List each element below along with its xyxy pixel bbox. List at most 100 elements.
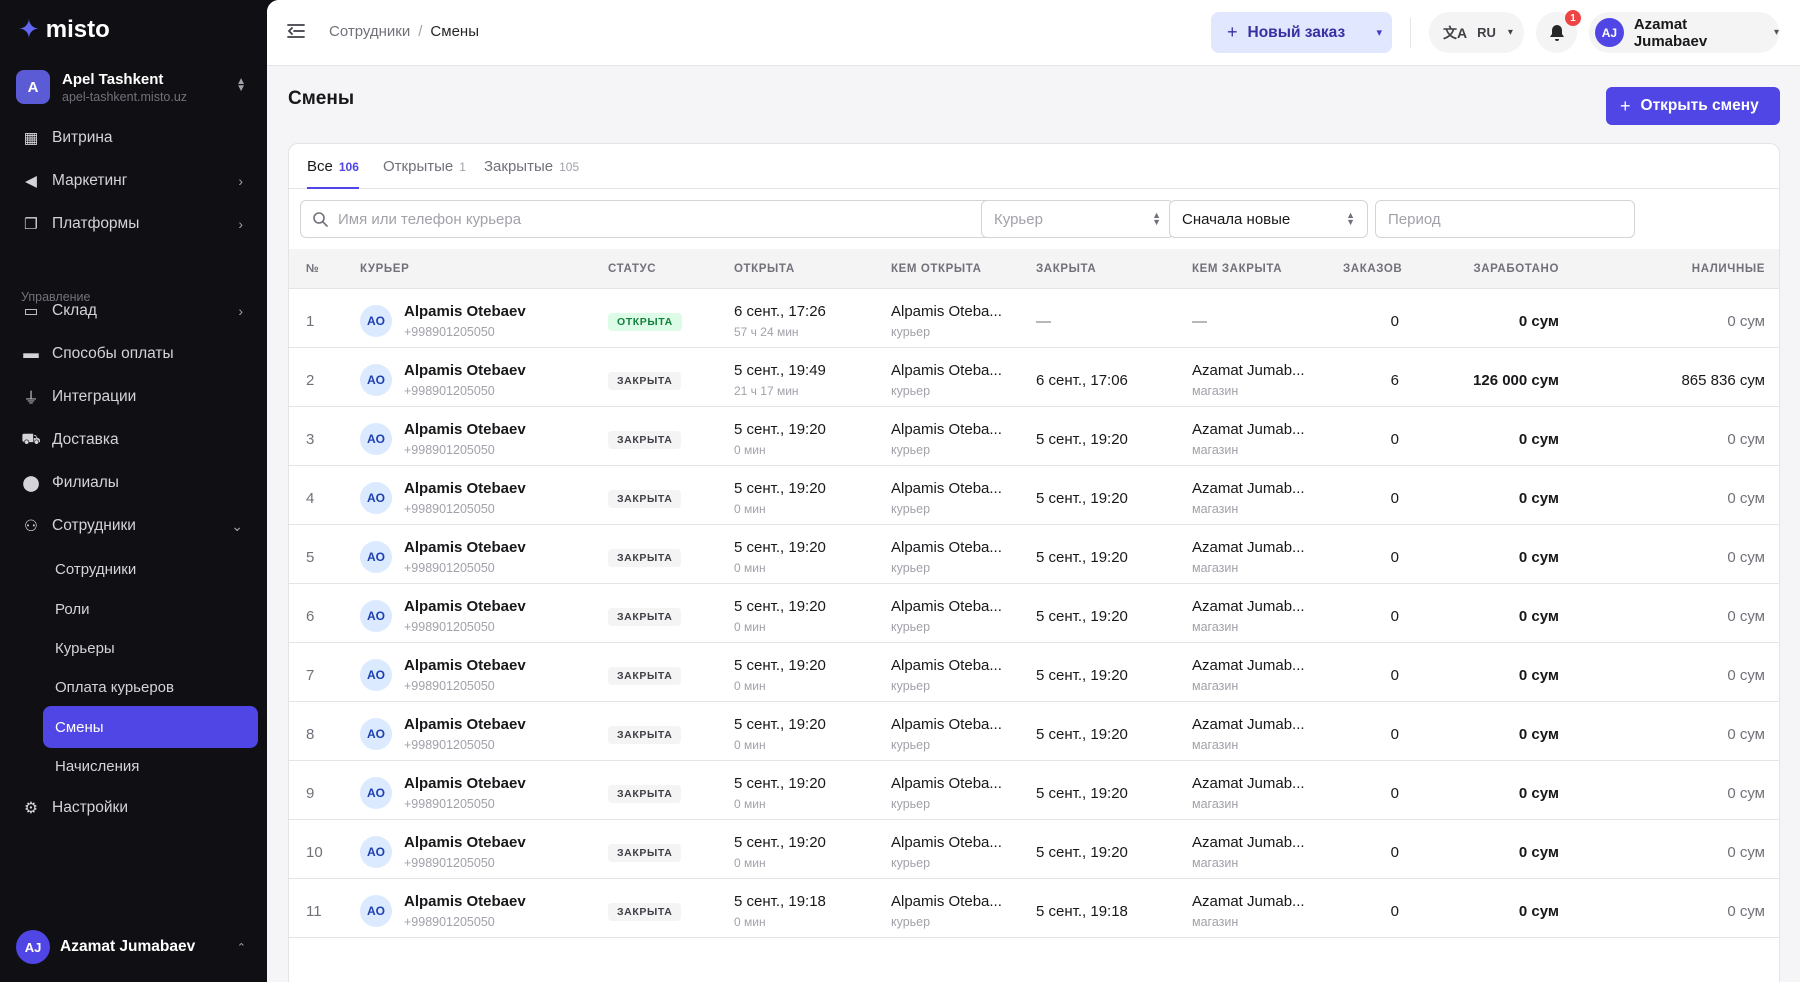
closed-at: 5 сент., 19:20 bbox=[1036, 431, 1128, 448]
grid-icon: ▦ bbox=[23, 129, 39, 147]
sidebar-subitem[interactable]: Роли bbox=[43, 588, 258, 630]
sidebar-item-truck[interactable]: ⛟ Доставка bbox=[10, 420, 257, 460]
closed-at: 6 сент., 17:06 bbox=[1036, 372, 1128, 389]
sidebar-toggle-icon[interactable] bbox=[287, 23, 305, 44]
chevron-right-icon: › bbox=[238, 303, 243, 319]
table-row[interactable]: 1 AO Alpamis Otebaev +998901205050 ОТКРЫТА 6 … bbox=[289, 289, 1779, 348]
new-order-button[interactable]: + Новый заказ ▾ bbox=[1211, 12, 1392, 53]
sidebar-subitem[interactable]: Курьеры bbox=[43, 627, 258, 669]
table-row[interactable]: 3 AO Alpamis Otebaev +998901205050 ЗАКРЫТА 5 … bbox=[289, 407, 1779, 466]
brand-logo[interactable]: ✦ misto bbox=[18, 14, 110, 45]
opened-by-role: курьер bbox=[891, 384, 931, 398]
org-domain: apel-tashkent.misto.uz bbox=[62, 89, 188, 104]
sidebar-item-copy[interactable]: ❐ Платформы › bbox=[10, 204, 257, 244]
shift-duration: 0 мин bbox=[734, 797, 766, 811]
sidebar-item-megaphone[interactable]: ◀ Маркетинг › bbox=[10, 161, 257, 201]
sidebar-item-label: Способы оплаты bbox=[52, 345, 174, 362]
sidebar-item-grid[interactable]: ▦ Витрина bbox=[10, 118, 257, 158]
table-row[interactable]: 4 AO Alpamis Otebaev +998901205050 ЗАКРЫТА 5 … bbox=[289, 466, 1779, 525]
sidebar-item-label: Платформы bbox=[52, 215, 140, 232]
shift-duration: 0 мин bbox=[734, 679, 766, 693]
courier-placeholder: Курьер bbox=[994, 210, 1043, 228]
chevron-down-icon[interactable]: ▾ bbox=[1376, 26, 1382, 39]
orders-count: 0 bbox=[1390, 785, 1399, 802]
closed-by-role: магазин bbox=[1192, 915, 1239, 929]
table-row[interactable]: 11 AO Alpamis Otebaev +998901205050 ЗАКРЫТА 5… bbox=[289, 879, 1779, 938]
translate-icon: 文A bbox=[1443, 24, 1468, 41]
closed-by: Azamat Jumab... bbox=[1192, 362, 1305, 379]
tab-closed[interactable]: Закрытые 105 bbox=[484, 158, 579, 189]
chevron-down-icon: ⌄ bbox=[231, 517, 243, 534]
tab-count: 1 bbox=[459, 160, 466, 174]
earned-amount: 0 сум bbox=[1518, 490, 1559, 507]
column-header: ОТКРЫТА bbox=[734, 263, 795, 275]
table-row[interactable]: 2 AO Alpamis Otebaev +998901205050 ЗАКРЫТА 5 … bbox=[289, 348, 1779, 407]
sidebar-item-label: Доставка bbox=[52, 431, 119, 448]
tab-open[interactable]: Открытые 1 bbox=[383, 158, 466, 189]
sidebar-subitem[interactable]: Сотрудники bbox=[43, 548, 258, 590]
row-number: 7 bbox=[306, 667, 315, 684]
opened-at: 5 сент., 19:49 bbox=[734, 362, 826, 379]
avatar: AO bbox=[360, 718, 392, 750]
opened-at: 6 сент., 17:26 bbox=[734, 303, 826, 320]
tab-all[interactable]: Все 106 bbox=[307, 158, 359, 189]
user-menu[interactable]: AJ Azamat Jumabaev ▾ bbox=[1589, 12, 1779, 53]
language-select[interactable]: 文A RU ▾ bbox=[1429, 12, 1524, 53]
opened-by-role: курьер bbox=[891, 738, 931, 752]
box-icon: ▭ bbox=[23, 302, 39, 320]
sidebar-item-users[interactable]: ⚇ Сотрудники ⌄ bbox=[10, 506, 257, 546]
table-row[interactable]: 6 AO Alpamis Otebaev +998901205050 ЗАКРЫТА 5 … bbox=[289, 584, 1779, 643]
status-badge: ЗАКРЫТА bbox=[608, 490, 682, 508]
avatar: AO bbox=[360, 895, 392, 927]
opened-at: 5 сент., 19:18 bbox=[734, 893, 826, 910]
sidebar-subitem[interactable]: Оплата курьеров bbox=[43, 666, 258, 708]
sidebar-user-menu[interactable]: AJ Azamat Jumabaev ⌃ bbox=[16, 930, 252, 964]
opened-at: 5 сент., 19:20 bbox=[734, 480, 826, 497]
sidebar-item-box[interactable]: ▭ Склад › bbox=[10, 291, 257, 331]
orders-count: 0 bbox=[1390, 549, 1399, 566]
truck-icon: ⛟ bbox=[21, 431, 41, 448]
courier-phone: +998901205050 bbox=[404, 384, 495, 398]
closed-by: Azamat Jumab... bbox=[1192, 657, 1305, 674]
status-badge: ЗАКРЫТА bbox=[608, 431, 682, 449]
plug-icon: ⏚ bbox=[23, 390, 39, 407]
table-row[interactable]: 7 AO Alpamis Otebaev +998901205050 ЗАКРЫТА 5 … bbox=[289, 643, 1779, 702]
status-badge: ЗАКРЫТА bbox=[608, 608, 682, 626]
org-switcher[interactable]: A Apel Tashkent apel-tashkent.misto.uz ▲… bbox=[16, 64, 252, 110]
orders-count: 0 bbox=[1390, 726, 1399, 743]
chevron-down-icon: ▾ bbox=[1507, 27, 1513, 38]
shift-duration: 0 мин bbox=[734, 620, 766, 634]
courier-phone: +998901205050 bbox=[404, 561, 495, 575]
sidebar-item-pin[interactable]: ⬤ Филиалы bbox=[10, 463, 257, 503]
table-row[interactable]: 9 AO Alpamis Otebaev +998901205050 ЗАКРЫТА 5 … bbox=[289, 761, 1779, 820]
row-number: 6 bbox=[306, 608, 315, 625]
sidebar-subitem[interactable]: Смены bbox=[43, 706, 258, 748]
closed-by: — bbox=[1192, 313, 1207, 330]
sidebar-item-settings[interactable]: ⚙ Настройки bbox=[10, 788, 257, 828]
period-placeholder: Период bbox=[1388, 210, 1441, 228]
table-row[interactable]: 5 AO Alpamis Otebaev +998901205050 ЗАКРЫТА 5 … bbox=[289, 525, 1779, 584]
opened-by: Alpamis Oteba... bbox=[891, 598, 1002, 615]
notifications-button[interactable]: 1 bbox=[1536, 10, 1581, 53]
breadcrumb-parent[interactable]: Сотрудники bbox=[329, 23, 410, 40]
courier-select[interactable]: Курьер ▲ ▼ bbox=[981, 200, 1174, 238]
search-input[interactable]: Имя или телефон курьера bbox=[300, 200, 1074, 238]
closed-at: — bbox=[1036, 313, 1051, 330]
open-shift-button[interactable]: + Открыть смену bbox=[1606, 87, 1780, 125]
sidebar-subitem[interactable]: Начисления bbox=[43, 745, 258, 787]
row-number: 9 bbox=[306, 785, 315, 802]
period-input[interactable]: Период bbox=[1375, 200, 1635, 238]
sidebar-item-label: Склад bbox=[52, 302, 97, 319]
sidebar-item-plug[interactable]: ⏚ Интеграции bbox=[10, 377, 257, 417]
closed-by: Azamat Jumab... bbox=[1192, 716, 1305, 733]
table-row[interactable]: 10 AO Alpamis Otebaev +998901205050 ЗАКРЫТА 5… bbox=[289, 820, 1779, 879]
cash-amount: 865 836 сум bbox=[1681, 372, 1765, 389]
cash-amount: 0 сум bbox=[1727, 608, 1765, 625]
chevron-updown-icon: ▲ ▼ bbox=[236, 76, 246, 94]
sort-select[interactable]: Сначала новые ▲ ▼ bbox=[1169, 200, 1368, 238]
opened-by-role: курьер bbox=[891, 797, 931, 811]
table-row[interactable]: 8 AO Alpamis Otebaev +998901205050 ЗАКРЫТА 5 … bbox=[289, 702, 1779, 761]
sidebar-item-card[interactable]: ▬ Способы оплаты bbox=[10, 334, 257, 374]
orders-count: 0 bbox=[1390, 903, 1399, 920]
shift-duration: 0 мин bbox=[734, 915, 766, 929]
